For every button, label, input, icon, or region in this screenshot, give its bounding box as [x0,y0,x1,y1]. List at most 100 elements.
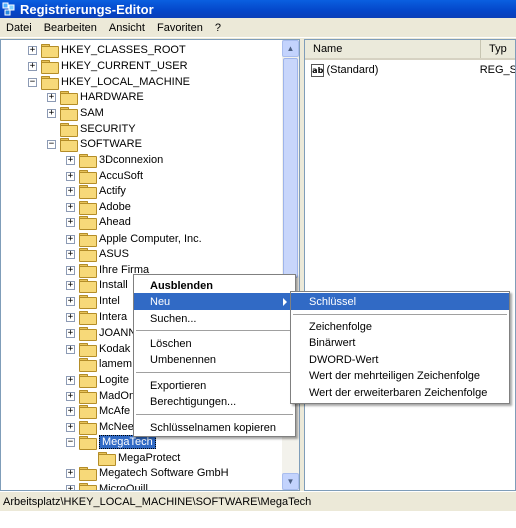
expand-icon[interactable]: + [66,406,75,416]
tree-item-hkcu[interactable]: + HKEY_CURRENT_USER [28,58,188,74]
tree-item-label: MegaTech [99,435,156,449]
collapse-icon[interactable]: − [66,437,75,447]
tree-item-software-key[interactable]: + AccuSoft [66,168,143,184]
expand-icon[interactable]: + [66,234,75,244]
expand-icon[interactable]: + [66,155,75,165]
tree-item-software-key[interactable]: + Intel [66,293,120,309]
scroll-up-icon[interactable]: ▲ [282,40,299,57]
menu-item-loeschen[interactable]: Löschen [134,335,295,352]
expand-icon[interactable]: + [28,61,37,71]
folder-icon [79,343,97,357]
tree-item-software-key[interactable]: + McAfe [66,403,130,419]
submenu-item-zeichenfolge[interactable]: Zeichenfolge [291,318,509,335]
menu-item-umbenennen[interactable]: Umbenennen [134,351,295,368]
tree-item-software-key[interactable]: +3Dconnexion [66,152,163,168]
expand-icon[interactable]: + [66,344,75,354]
tree-item-security[interactable]: SECURITY [47,121,136,137]
tree-item-label: Apple Computer, Inc. [99,233,202,245]
menu-separator [293,314,507,315]
tree-item-software-key[interactable]: + ASUS [66,246,129,262]
expand-icon[interactable]: + [66,186,75,196]
scroll-down-icon[interactable]: ▼ [282,473,299,490]
regedit-window: Registrierungs-Editor Datei Bearbeiten A… [0,0,516,528]
expand-icon[interactable]: + [66,202,75,212]
value-list[interactable]: Name Typ ab (Standard) REG_S [304,39,516,491]
tree-item-software-key[interactable]: + Install [66,277,128,293]
expand-icon[interactable]: + [66,375,75,385]
tree-item-software-key[interactable]: + Logite [66,372,129,388]
menu-item-berechtigungen[interactable]: Berechtigungen... [134,393,295,410]
status-path: Arbeitsplatz\HKEY_LOCAL_MACHINE\SOFTWARE… [3,495,312,508]
folder-icon [79,467,97,481]
menu-help[interactable]: ? [209,22,227,34]
tree-item-label: HKEY_CLASSES_ROOT [61,44,186,56]
submenu-item-multi-string[interactable]: Wert der mehrteiligen Zeichenfolge [291,367,509,384]
scroll-thumb[interactable] [283,58,298,278]
expand-icon[interactable]: + [66,422,75,432]
folder-icon [79,154,97,168]
collapse-icon[interactable]: − [47,139,56,149]
folder-icon [41,60,59,74]
tree-item-label: Intel [99,295,120,307]
tree-item-software-key[interactable]: + MadOn [66,388,135,404]
menu-favoriten[interactable]: Favoriten [151,22,209,34]
tree-item-megaprotect[interactable]: MegaProtect [85,450,180,466]
tree-item-software-key[interactable]: + MicroQuill [66,481,148,490]
tree-item-software-key[interactable]: + Ahead [66,214,131,230]
tree-item-label: Actify [99,185,126,197]
menu-item-exportieren[interactable]: Exportieren [134,377,295,394]
column-header-name[interactable]: Name [305,40,481,58]
value-type: REG_S [479,64,516,76]
menu-bearbeiten[interactable]: Bearbeiten [38,22,103,34]
tree-item-label: Adobe [99,201,131,213]
tree-item-software-key[interactable]: + Intera [66,309,127,325]
menu-ansicht[interactable]: Ansicht [103,22,151,34]
submenu-item-expandable-string[interactable]: Wert der erweiterbaren Zeichenfolge [291,384,509,401]
tree-item-software-key[interactable]: + McNee [66,419,134,435]
menu-item-neu[interactable]: Neu [134,293,295,310]
expand-icon[interactable]: + [66,391,75,401]
expand-icon[interactable]: + [66,265,75,275]
menu-item-label: Neu [150,295,171,308]
expand-icon[interactable]: + [66,280,75,290]
submenu-item-dword-wert[interactable]: DWORD-Wert [291,351,509,368]
tree-item-label: Megatech Software GmbH [99,467,229,479]
tree-item-software-key[interactable]: + JOANN [66,325,136,341]
submenu-neu: Schlüssel Zeichenfolge Binärwert DWORD-W… [290,291,510,404]
expand-icon[interactable]: + [66,296,75,306]
tree-item-software-key[interactable]: + Kodak [66,341,130,357]
submenu-arrow-icon [283,298,287,306]
expand-icon[interactable]: + [47,108,56,118]
tree-item-software-key[interactable]: + Adobe [66,199,131,215]
expand-icon[interactable]: + [66,171,75,181]
tree-item-label: ASUS [99,248,129,260]
menu-item-ausblenden[interactable]: Ausblenden [134,277,295,294]
menu-datei[interactable]: Datei [0,22,38,34]
expand-icon[interactable]: + [66,468,75,478]
folder-icon [79,311,97,325]
submenu-item-binaerwert[interactable]: Binärwert [291,334,509,351]
tree-item-hkcr[interactable]: + HKEY_CLASSES_ROOT [28,42,186,58]
column-header-type[interactable]: Typ [481,40,515,58]
tree-item-hardware[interactable]: + HARDWARE [47,89,144,105]
expand-icon[interactable]: + [66,328,75,338]
expand-icon[interactable]: + [47,92,56,102]
expand-icon[interactable]: + [28,45,37,55]
tree-item-hklm[interactable]: − HKEY_LOCAL_MACHINE [28,74,190,90]
tree-item-software-key[interactable]: lamem [66,356,132,372]
tree-item-sam[interactable]: + SAM [47,105,104,121]
menu-item-schluesselnamen-kopieren[interactable]: Schlüsselnamen kopieren [134,419,295,436]
tree-item-software[interactable]: − SOFTWARE [47,136,142,152]
collapse-icon[interactable]: − [28,77,37,87]
list-header: Name Typ [305,40,515,60]
tree-item-software-key[interactable]: + Megatech Software GmbH [66,465,229,481]
menu-item-suchen[interactable]: Suchen... [134,310,295,327]
list-item[interactable]: ab (Standard) REG_S [311,62,516,78]
expand-icon[interactable]: + [66,249,75,259]
expand-icon[interactable]: + [66,312,75,322]
title-bar[interactable]: Registrierungs-Editor [0,0,516,18]
tree-item-software-key[interactable]: + Apple Computer, Inc. [66,231,202,247]
submenu-item-schluessel[interactable]: Schlüssel [291,293,509,310]
expand-icon[interactable]: + [66,217,75,227]
tree-item-software-key[interactable]: + Actify [66,183,126,199]
